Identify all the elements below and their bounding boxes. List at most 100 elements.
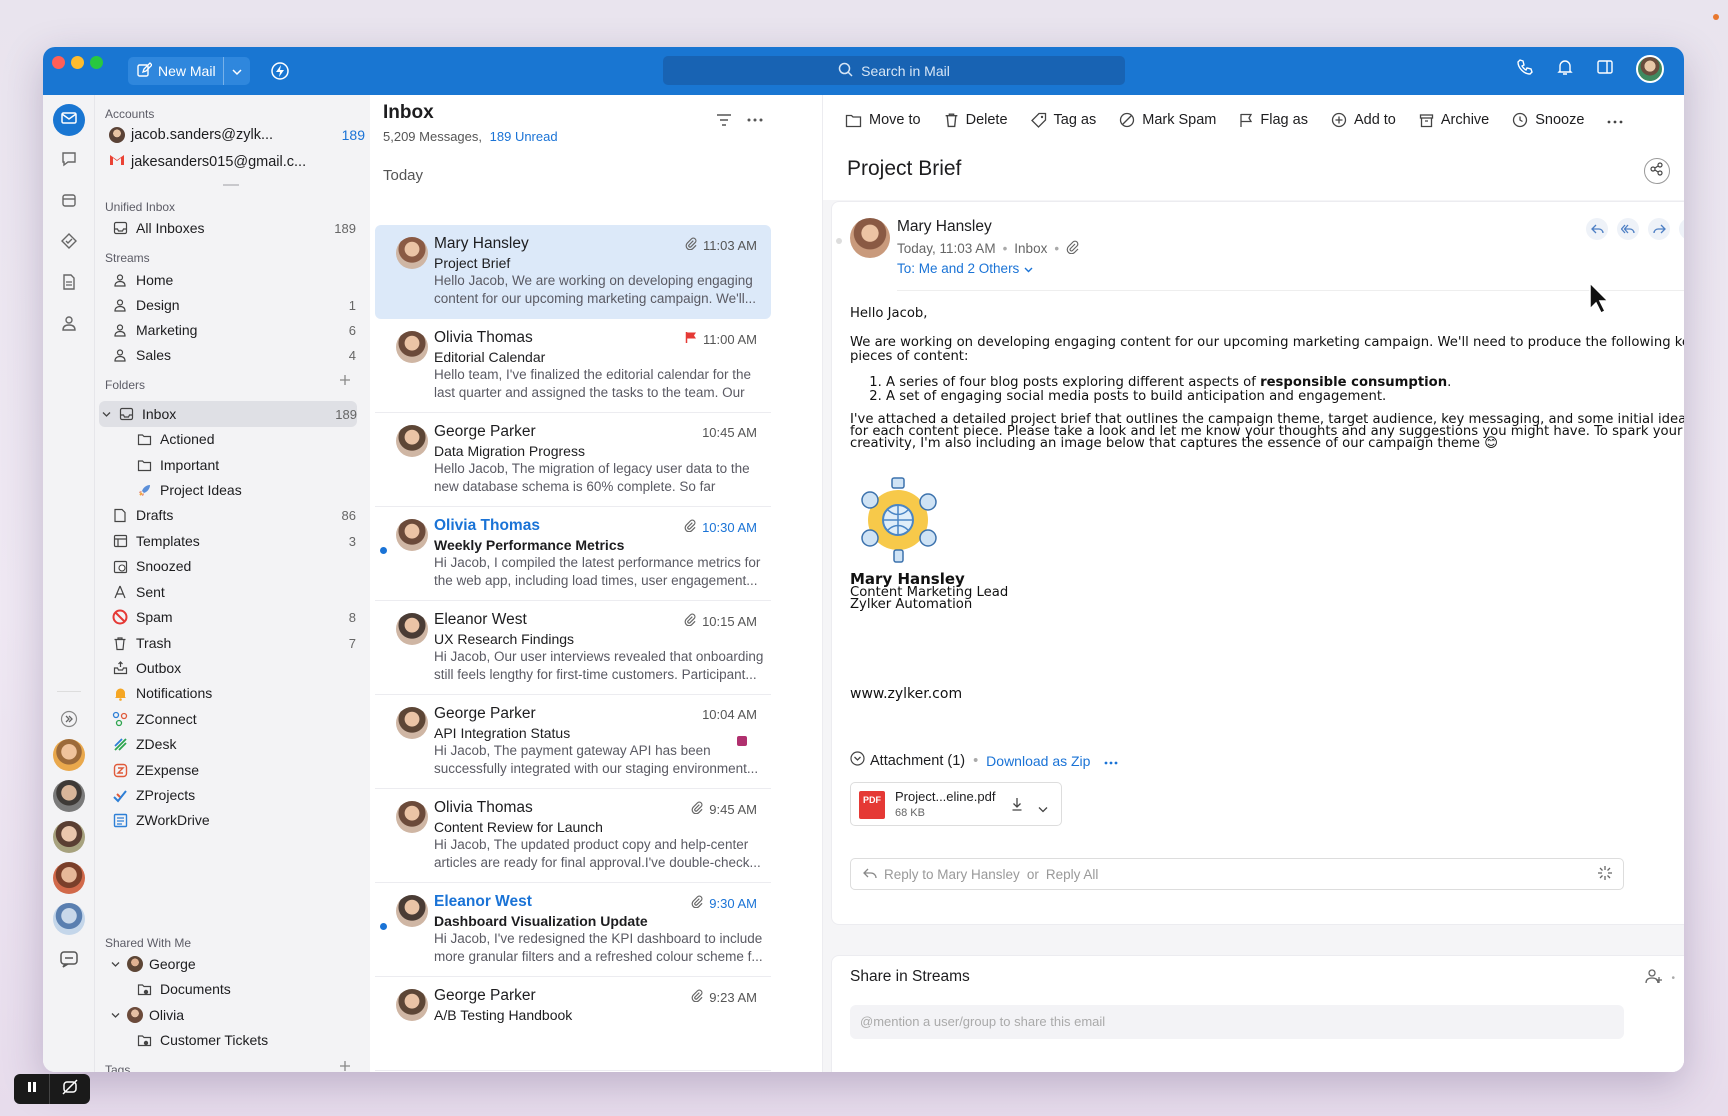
action-mark-spam[interactable]: Mark Spam	[1119, 112, 1216, 128]
reply-icon[interactable]	[1586, 218, 1608, 240]
share-input[interactable]: @mention a user/group to share this emai…	[850, 1005, 1624, 1039]
zoom-window-button[interactable]	[90, 56, 103, 69]
stream-item[interactable]: Sales 4	[111, 342, 356, 368]
chevron-down-icon[interactable]	[1038, 800, 1048, 818]
rail-calendar-button[interactable]	[53, 186, 85, 218]
folder-item[interactable]: Drafts 86	[111, 502, 356, 528]
mute-button[interactable]	[50, 1074, 90, 1104]
stream-item[interactable]: Design 1	[111, 292, 356, 318]
shared-user-item[interactable]: George	[111, 951, 356, 977]
rail-avatar-2[interactable]	[53, 780, 85, 812]
action-snooze[interactable]: Snooze	[1512, 112, 1584, 128]
rail-avatar-5[interactable]	[53, 903, 85, 935]
action-delete[interactable]: Delete	[944, 112, 1008, 128]
reply-box[interactable]: Reply to Mary Hansley or Reply All	[850, 858, 1624, 890]
shared-folder-item[interactable]: Customer Tickets	[135, 1027, 356, 1053]
stream-item[interactable]: Home	[111, 267, 356, 293]
email-folder[interactable]: Inbox	[1014, 241, 1047, 256]
share-email-button[interactable]	[1644, 158, 1670, 184]
rail-chat-bottom-button[interactable]	[53, 945, 85, 977]
folder-item[interactable]: Snoozed	[111, 553, 356, 579]
user-avatar[interactable]	[1636, 55, 1664, 83]
resize-handle[interactable]	[223, 184, 239, 186]
flag-icon[interactable]	[685, 331, 697, 347]
folder-item[interactable]: Notifications	[111, 680, 356, 706]
minimize-window-button[interactable]	[71, 56, 84, 69]
download-icon[interactable]	[1011, 797, 1023, 816]
user-share-icon[interactable]	[1683, 968, 1684, 989]
chevron-down-icon[interactable]	[102, 411, 111, 418]
phone-icon[interactable]	[1516, 58, 1534, 81]
new-mail-button[interactable]: New Mail	[128, 57, 250, 85]
mail-list-item[interactable]: George Parker A/B Testing Handbook 9:23 AM	[375, 977, 771, 1071]
attachment-more-icon[interactable]	[1104, 753, 1118, 769]
action-tag-as[interactable]: Tag as	[1030, 112, 1096, 128]
filter-button[interactable]	[716, 113, 732, 132]
action-move-to[interactable]: Move to	[845, 112, 921, 128]
rail-avatar-3[interactable]	[53, 821, 85, 853]
folder-item[interactable]: ZDesk	[111, 731, 356, 757]
rail-chat-button[interactable]	[53, 145, 85, 177]
rail-avatar-4[interactable]	[53, 862, 85, 894]
add-tag-button[interactable]	[339, 1059, 351, 1072]
download-zip-link[interactable]: Download as Zip	[986, 753, 1090, 769]
more-horizontal-icon[interactable]	[1679, 218, 1684, 240]
attachment-file[interactable]: PDF Project...eline.pdf 68 KB	[850, 782, 1062, 826]
action-archive[interactable]: Archive	[1419, 112, 1489, 128]
shared-folder-item[interactable]: Documents	[135, 976, 356, 1002]
rail-avatar-1[interactable]	[53, 739, 85, 771]
collapse-attachments-button[interactable]: Attachment (1)	[850, 751, 965, 770]
quick-actions-button[interactable]	[270, 61, 290, 86]
mail-list-item[interactable]: Olivia Thomas Editorial Calendar Hello tea…	[375, 319, 771, 413]
new-mail-dropdown[interactable]	[224, 63, 250, 79]
account-item-gmail[interactable]: jakesanders015@gmail.c...	[109, 153, 365, 170]
folder-item-inbox[interactable]: Inbox 189	[99, 401, 357, 427]
mail-list-item[interactable]: George Parker API Integration Status Hi Ja…	[375, 695, 771, 789]
stream-item[interactable]: Marketing 6	[111, 317, 356, 343]
rail-expand-button[interactable]	[53, 705, 85, 737]
chevron-down-icon[interactable]	[111, 1012, 120, 1019]
mail-list-item[interactable]: Mary Hansley Project Brief Hello Jacob, We…	[375, 225, 771, 319]
rail-mail-button[interactable]	[53, 104, 85, 136]
folder-item[interactable]: Trash 7	[111, 630, 356, 656]
pause-button[interactable]	[14, 1074, 50, 1104]
forward-icon[interactable]	[1648, 218, 1670, 240]
folder-item[interactable]: Important	[135, 452, 356, 478]
action-more-button[interactable]	[1607, 112, 1623, 128]
folder-item[interactable]: ZExpense	[111, 757, 356, 783]
list-more-button[interactable]	[746, 113, 764, 132]
mail-list-item[interactable]: Eleanor West Dashboard Visualization Upda…	[375, 883, 771, 977]
folder-item[interactable]: Templates 3	[111, 528, 356, 554]
bell-icon[interactable]	[1556, 58, 1574, 81]
folder-item[interactable]: ZProjects	[111, 782, 356, 808]
ai-sparkle-icon[interactable]	[1597, 865, 1613, 884]
action-add-to[interactable]: Add to	[1331, 112, 1396, 128]
folder-item[interactable]: Project Ideas	[135, 477, 356, 503]
chevron-down-icon[interactable]	[111, 961, 120, 968]
unread-count-link[interactable]: 189 Unread	[490, 129, 558, 144]
website-link[interactable]: www.zylker.com	[850, 687, 1684, 701]
rail-tasks-button[interactable]	[53, 227, 85, 259]
action-flag-as[interactable]: Flag as	[1239, 112, 1308, 128]
folder-item[interactable]: ZWorkDrive	[111, 807, 356, 833]
folder-item[interactable]: Outbox	[111, 655, 356, 681]
panel-toggle-icon[interactable]	[1596, 58, 1614, 81]
search-input[interactable]: Search in Mail	[663, 56, 1125, 85]
add-folder-button[interactable]	[339, 373, 351, 391]
folder-item[interactable]: Sent	[111, 579, 356, 605]
reply-link[interactable]: Reply to Mary Hansley	[884, 867, 1020, 882]
recipients-dropdown[interactable]: To: Me and 2 Others	[897, 261, 1033, 276]
mail-list-item[interactable]: Olivia Thomas Content Review for Launch Hi…	[375, 789, 771, 883]
mail-list-item[interactable]: George Parker Data Migration Progress Hell…	[375, 413, 771, 507]
campaign-image[interactable]	[850, 470, 946, 566]
shared-user-item[interactable]: Olivia	[111, 1002, 356, 1028]
all-inboxes[interactable]: All Inboxes 189	[111, 215, 356, 241]
rail-contacts-button[interactable]	[53, 309, 85, 341]
close-window-button[interactable]	[52, 56, 65, 69]
mail-list-item[interactable]: Eleanor West UX Research Findings Hi Jacob…	[375, 601, 771, 695]
group-icon[interactable]	[1645, 968, 1663, 989]
mail-list-item[interactable]: Olivia Thomas Weekly Performance Metrics H…	[375, 507, 771, 601]
account-item-zylker[interactable]: jacob.sanders@zylk... 189	[109, 127, 365, 143]
reply-all-link[interactable]: Reply All	[1046, 867, 1099, 882]
folder-item[interactable]: ZConnect	[111, 706, 356, 732]
